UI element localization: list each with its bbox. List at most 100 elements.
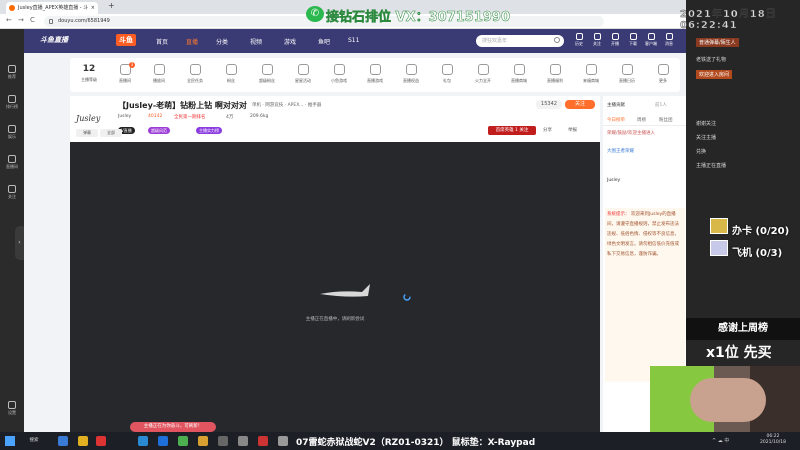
app-grey-icon[interactable]: [218, 436, 228, 446]
overlay-line: 关注主播: [696, 135, 717, 141]
feature-more[interactable]: 更多: [648, 64, 678, 84]
follow-button[interactable]: 关注: [565, 100, 595, 109]
share-button[interactable]: 分享: [543, 127, 552, 133]
reload-button[interactable]: C: [30, 16, 35, 24]
feature-fire[interactable]: 火力全开: [468, 64, 498, 84]
feature-welfare[interactable]: 直播福利: [540, 64, 570, 84]
monitor-icon: [647, 33, 655, 40]
feature-play[interactable]: 播放间: [144, 64, 174, 84]
back-button[interactable]: ←: [6, 16, 12, 24]
app-red-icon[interactable]: [96, 436, 106, 446]
app-orange-icon[interactable]: [198, 436, 208, 446]
strength-badge[interactable]: 主播实力榜: [196, 127, 222, 134]
nav-fishbar[interactable]: 鱼吧: [318, 37, 330, 46]
client-button[interactable]: 客户端: [644, 33, 658, 47]
anchor-name[interactable]: Jusley: [118, 114, 131, 119]
tab-week-rank[interactable]: 周榜: [637, 117, 646, 123]
steam-icon[interactable]: [238, 436, 248, 446]
url-input[interactable]: douyu.com/6581949: [44, 16, 604, 27]
app-obs-icon[interactable]: [258, 436, 268, 446]
sidebar-item-rank[interactable]: 排行榜: [0, 95, 24, 110]
taskview-icon[interactable]: [58, 436, 68, 446]
message-button[interactable]: 消息: [662, 33, 676, 47]
anchor-rank[interactable]: 全民第一期排名: [174, 114, 206, 120]
new-tab-button[interactable]: +: [108, 1, 115, 10]
feature-calendar[interactable]: 直播日历: [612, 64, 642, 84]
feature-livegame[interactable]: 直播游戏: [360, 64, 390, 84]
box-icon: [441, 64, 453, 75]
heart-icon: [8, 185, 16, 193]
nav-category[interactable]: 分类: [216, 37, 228, 46]
room-category[interactable]: 单机 · 网游竞技 · APEX... · 推手器: [252, 102, 321, 108]
nav-games[interactable]: 游戏: [284, 37, 296, 46]
url-text: douyu.com/6581949: [58, 18, 110, 24]
overlay-line: 欢迎进入房间: [696, 70, 733, 79]
sidebar-collapse-handle[interactable]: ›: [15, 226, 24, 260]
feature-level[interactable]: 12 主播等级: [74, 64, 104, 83]
feature-mall[interactable]: 直播商城: [504, 64, 534, 84]
feature-rights[interactable]: 直播权益: [396, 64, 426, 84]
history-button[interactable]: 历史: [572, 33, 586, 47]
chat-icon: [297, 64, 309, 75]
notice-title: 系统提示：: [607, 212, 630, 217]
download-button[interactable]: 下载: [626, 33, 640, 47]
feature-task[interactable]: 全民任务: [180, 64, 210, 84]
report-button[interactable]: 举报: [568, 127, 577, 133]
game-icon: [369, 64, 381, 75]
taskbar-search[interactable]: 搜索: [22, 434, 46, 448]
nav-live[interactable]: 直播: [186, 37, 198, 46]
feature-gift[interactable]: 礼包: [432, 64, 462, 84]
overlay-line: 谢谢关注: [696, 121, 717, 127]
top-gifter-banner: x1位 先买: [706, 345, 772, 361]
sidebar-item-rooms[interactable]: 直播间: [0, 155, 24, 170]
nav-home[interactable]: 首页: [156, 37, 168, 46]
windows-start-icon[interactable]: [5, 436, 15, 446]
search-input[interactable]: 搜狂欢嘉年: [476, 35, 564, 47]
feature-live[interactable]: 3 直播间: [110, 62, 140, 84]
edge-icon[interactable]: [138, 436, 148, 446]
feature-smallgame[interactable]: 小鱼游戏: [324, 64, 354, 84]
follow-list-button[interactable]: 关注: [590, 33, 604, 47]
loading-fish-icon: [320, 284, 370, 297]
site-logo[interactable]: 斗鱼直播: [40, 35, 68, 45]
sidebar-item-follow[interactable]: 关注: [0, 185, 24, 200]
camera-icon: [611, 33, 619, 40]
player-toast[interactable]: 主播正在为你奋斗，可刷新！: [130, 422, 216, 432]
chat-rank-count: 前1人: [655, 103, 667, 108]
overlay-line: 普通弹幕/陌生人: [696, 38, 739, 47]
tab-douyu[interactable]: Jusley直播_APEX英雄直播 - 斗 ×: [6, 2, 98, 14]
app-misc-icon[interactable]: [278, 436, 288, 446]
site-header: 斗鱼直播 斗鱼 首页 直播 分类 视频 游戏 鱼吧 S11 搜狂欢嘉年 历史 关…: [24, 29, 686, 53]
feature-star[interactable]: 星星活动: [288, 64, 318, 84]
tab-today-rank[interactable]: 今日榜单: [607, 117, 625, 123]
feature-shop[interactable]: 来福商城: [576, 64, 606, 84]
nav-s11[interactable]: S11: [348, 37, 359, 44]
taskbar-clock[interactable]: 06:22 2021/10/18: [760, 434, 786, 446]
system-tray[interactable]: ^ ☁ 中: [712, 437, 729, 444]
sidebar-item-settings[interactable]: 设置: [0, 401, 24, 416]
super-badge[interactable]: 超级风范: [148, 127, 170, 134]
forward-button[interactable]: →: [18, 16, 24, 24]
player-tab-all[interactable]: 全部: [100, 129, 122, 137]
feature-superfans[interactable]: 超级粉丝: [252, 64, 282, 84]
ie-icon[interactable]: [158, 436, 168, 446]
feature-fans[interactable]: 粉丝: [216, 64, 246, 84]
player-tab-danmu[interactable]: 弹幕: [76, 129, 98, 137]
search-icon[interactable]: [554, 37, 560, 43]
video-player[interactable]: 弹幕 全部 主播正在直播中，请刷新尝试 主播正在为你奋斗，可刷新！: [70, 129, 600, 432]
folder-icon[interactable]: [78, 436, 88, 446]
tab-close-icon[interactable]: ×: [91, 2, 95, 14]
shield-icon: [513, 64, 525, 75]
start-live-button[interactable]: 开播: [608, 33, 622, 47]
nav-video[interactable]: 视频: [250, 37, 262, 46]
thanks-banner: 感谢上周榜: [686, 318, 800, 340]
sidebar-item-ent[interactable]: 娱乐: [0, 125, 24, 140]
gear-icon: [8, 401, 16, 409]
cart-icon: [585, 64, 597, 75]
heart-icon: [593, 33, 601, 40]
chrome-icon[interactable]: [178, 436, 188, 446]
hero-rank-badge[interactable]: 首席英雄 1 关注: [488, 126, 536, 135]
tab-fan-club[interactable]: 粉丝团: [659, 117, 673, 123]
notice-text: 欢迎来到Jusley的直播间，请遵守直播规则，禁止发布违法违规、低俗色情、侵权等…: [607, 212, 679, 257]
sidebar-item-recommend[interactable]: 推荐: [0, 65, 24, 80]
